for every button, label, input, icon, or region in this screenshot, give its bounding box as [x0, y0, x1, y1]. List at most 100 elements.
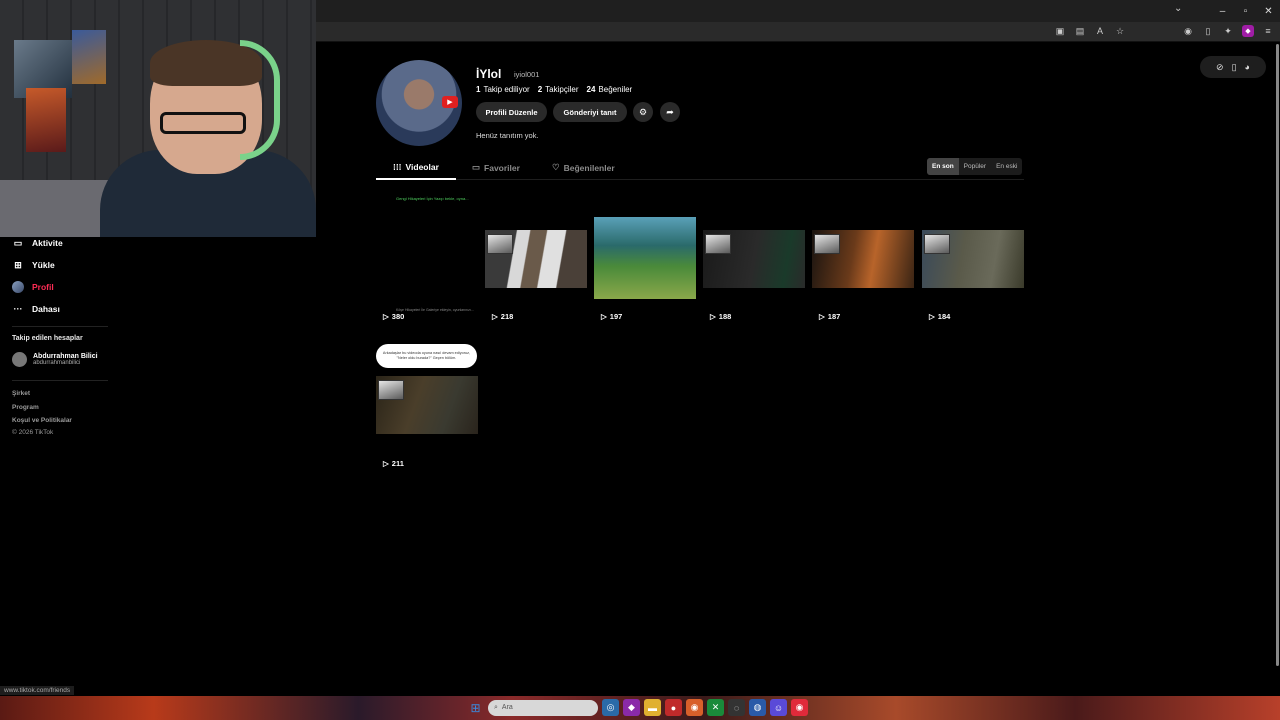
profile-bio: Henüz tanıtım yok.: [476, 131, 539, 140]
footer-link-program[interactable]: Program: [12, 404, 39, 411]
folder-icon[interactable]: ▬: [644, 699, 661, 716]
restore-icon[interactable]: ▫: [1234, 0, 1257, 22]
video-card[interactable]: ▷ 184: [922, 190, 1024, 326]
phone-icon[interactable]: ▯: [1232, 62, 1237, 73]
sidebar-item-label: Aktivite: [32, 238, 63, 248]
likes-stat: 24 Beğeniler: [587, 85, 633, 94]
steam-icon[interactable]: ◌: [728, 699, 745, 716]
video-thumbnail: [594, 217, 696, 299]
view-count: ▷ 187: [819, 312, 840, 321]
play-icon: ▷: [601, 312, 607, 321]
scrollbar[interactable]: [1276, 44, 1279, 666]
extension-icon[interactable]: ◆: [1242, 25, 1254, 37]
translate-icon[interactable]: A: [1094, 25, 1106, 37]
followers-label: Takipçiler: [545, 85, 579, 94]
footer-link-terms[interactable]: Koşul ve Politikalar: [12, 417, 72, 424]
floating-controls: ⊘ ▯ ◕: [1200, 56, 1266, 78]
following-stat[interactable]: 1 Takip ediliyor: [476, 85, 530, 94]
view-count-value: 187: [827, 312, 841, 321]
edge-icon[interactable]: ◎: [602, 699, 619, 716]
video-card[interactable]: ▷ 218: [485, 190, 587, 326]
xbox-icon[interactable]: ✕: [707, 699, 724, 716]
video-card[interactable]: Gengi Hikayeleri İçin Yazıp bekle, oyna.…: [376, 190, 478, 326]
video-thumbnail: [922, 230, 1024, 288]
avatar: [12, 281, 24, 293]
sort-latest[interactable]: En son: [927, 158, 959, 175]
activity-icon: ▭: [13, 237, 23, 248]
download-icon[interactable]: ▯: [1202, 25, 1214, 37]
sidebar-item-upload[interactable]: ⊞ Yükle: [12, 259, 54, 271]
view-count: ▷ 188: [710, 312, 731, 321]
following-count: 1: [476, 85, 481, 94]
tab-videos[interactable]: ⁞⁞⁞ Videolar: [393, 162, 439, 172]
search-placeholder: Ara: [501, 704, 513, 711]
taskbar-search[interactable]: ⌕ Ara: [488, 699, 598, 716]
following-account[interactable]: Abdurrahman Bilici abdurrahmanbilici: [12, 352, 98, 367]
sidebar-item-more[interactable]: ··· Dahası: [12, 303, 60, 315]
promote-post-button[interactable]: Gönderiyi tanıt: [553, 102, 627, 122]
webcam-inset: [924, 234, 950, 254]
app-icon[interactable]: ◍: [749, 699, 766, 716]
app-icon[interactable]: ●: [665, 699, 682, 716]
sidebar-item-profile[interactable]: Profil: [12, 281, 54, 293]
browser-icon[interactable]: ◉: [686, 699, 703, 716]
view-count-value: 218: [500, 312, 514, 321]
sort-popular[interactable]: Popüler: [959, 158, 991, 175]
windows-start-icon[interactable]: ⊞: [467, 699, 484, 716]
play-icon: ▷: [929, 312, 935, 321]
obs-icon[interactable]: ◉: [791, 699, 808, 716]
play-icon: ▷: [383, 312, 389, 321]
account-name: Abdurrahman Bilici: [33, 353, 98, 360]
footer-link-company[interactable]: Şirket: [12, 390, 30, 397]
video-card[interactable]: ▷ 188: [703, 190, 805, 326]
account-icon[interactable]: ◉: [1182, 25, 1194, 37]
view-count-value: 380: [391, 312, 405, 321]
window-controls: – ▫ ✕: [1211, 0, 1280, 22]
reader-icon[interactable]: ▤: [1074, 25, 1086, 37]
status-url: www.tiktok.com/friends: [0, 686, 75, 695]
following-heading: Takip edilen hesaplar: [12, 335, 83, 342]
compass-icon[interactable]: ⊘: [1216, 62, 1224, 73]
view-count-value: 188: [718, 312, 732, 321]
profile-avatar[interactable]: ▶: [376, 60, 462, 146]
tab-favorites[interactable]: ▭ Favoriler: [472, 162, 520, 173]
heart-icon: ♡: [552, 162, 560, 172]
profile-display-name: İYlol: [476, 67, 502, 81]
tab-list-chevron-icon[interactable]: ⌄: [1174, 3, 1182, 14]
view-count-value: 184: [937, 312, 951, 321]
edit-profile-button[interactable]: Profili Düzenle: [476, 102, 547, 122]
tab-label: Videolar: [405, 162, 439, 172]
tab-label: Beğenilenler: [563, 162, 615, 173]
view-count: ▷ 218: [492, 312, 513, 321]
view-count: ▷ 184: [929, 312, 950, 321]
sort-oldest[interactable]: En eski: [991, 158, 1022, 175]
video-thumbnail: [703, 230, 805, 288]
discord-icon[interactable]: ☺: [770, 699, 787, 716]
play-icon: ▷: [383, 459, 389, 468]
extensions-icon[interactable]: ✦: [1222, 25, 1234, 37]
sidebar-divider: [12, 326, 108, 327]
sidebar-item-activity[interactable]: ▭ Aktivite: [12, 237, 63, 249]
menu-icon[interactable]: ≡: [1262, 25, 1274, 37]
followers-stat[interactable]: 2 Takipçiler: [538, 85, 579, 94]
video-caption: Köşe Hikayeleri İle Galeriye ekleyin, oy…: [396, 308, 474, 312]
search-icon: ⌕: [494, 703, 498, 711]
video-card[interactable]: ▷ 197: [594, 190, 696, 326]
toolbar-spacer: [1134, 25, 1174, 37]
screen-share-icon[interactable]: ▣: [1054, 25, 1066, 37]
tab-liked[interactable]: ♡ Beğenilenler: [552, 162, 615, 173]
star-icon[interactable]: ☆: [1114, 25, 1126, 37]
avatar[interactable]: ◕: [1245, 62, 1250, 72]
close-icon[interactable]: ✕: [1257, 0, 1280, 22]
settings-gear-icon[interactable]: ⚙: [633, 102, 653, 122]
share-icon[interactable]: ➦: [660, 102, 680, 122]
following-label: Takip ediliyor: [483, 85, 530, 94]
video-card[interactable]: ▷ 187: [812, 190, 914, 326]
minimize-icon[interactable]: –: [1211, 0, 1234, 22]
play-icon: ▷: [492, 312, 498, 321]
store-icon[interactable]: ◆: [623, 699, 640, 716]
video-caption: Gengi Hikayeleri İçin Yazıp bekle, oyna.…: [396, 196, 469, 201]
video-thumbnail: [485, 230, 587, 288]
active-tab-indicator: [376, 178, 456, 180]
account-text: Abdurrahman Bilici abdurrahmanbilici: [33, 353, 98, 366]
